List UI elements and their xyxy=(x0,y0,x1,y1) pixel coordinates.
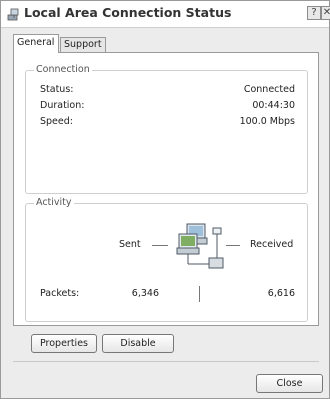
network-connection-icon xyxy=(7,8,19,21)
title-bar[interactable]: Local Area Connection Status ? ✕ xyxy=(1,1,330,28)
packets-sent-value: 6,346 xyxy=(131,288,159,299)
close-button[interactable]: Close xyxy=(256,374,323,393)
status-row: Status: Connected xyxy=(40,84,295,98)
tab-support[interactable]: Support xyxy=(60,37,106,52)
connection-legend: Connection xyxy=(34,64,92,75)
tab-general[interactable]: General xyxy=(13,34,59,53)
activity-group: Activity Sent Received Packets: 6,346 6,… xyxy=(25,197,308,322)
duration-row: Duration: 00:44:30 xyxy=(40,100,295,114)
window-title: Local Area Connection Status xyxy=(24,5,232,20)
sent-label: Sent xyxy=(119,239,141,250)
packets-label: Packets: xyxy=(40,288,80,299)
network-computers-icon xyxy=(176,223,224,269)
duration-label: Duration: xyxy=(40,100,85,111)
received-label: Received xyxy=(250,239,294,250)
activity-legend: Activity xyxy=(34,197,74,208)
speed-label: Speed: xyxy=(40,116,73,127)
received-dash xyxy=(226,245,240,246)
status-dialog: Local Area Connection Status ? ✕ General… xyxy=(0,0,330,399)
connection-group: Connection Status: Connected Duration: 0… xyxy=(25,64,308,194)
properties-button[interactable]: Properties xyxy=(31,334,97,353)
sent-dash xyxy=(152,245,168,246)
general-tab-panel: Connection Status: Connected Duration: 0… xyxy=(13,52,319,326)
duration-value: 00:44:30 xyxy=(252,100,295,111)
packets-received-value: 6,616 xyxy=(267,288,295,299)
speed-row: Speed: 100.0 Mbps xyxy=(40,116,295,130)
help-button[interactable]: ? xyxy=(307,6,321,20)
close-window-button[interactable]: ✕ xyxy=(321,6,330,20)
status-label: Status: xyxy=(40,84,74,95)
footer-separator xyxy=(13,361,319,362)
status-value: Connected xyxy=(243,84,295,95)
speed-value: 100.0 Mbps xyxy=(239,116,295,127)
packets-divider xyxy=(199,286,200,302)
disable-button[interactable]: Disable xyxy=(102,334,174,353)
